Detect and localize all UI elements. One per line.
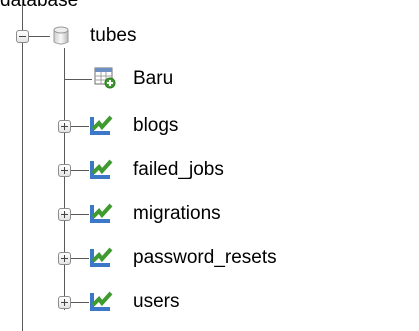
table-label[interactable]: password_resets bbox=[133, 247, 277, 269]
table-icon bbox=[90, 203, 113, 223]
tree-connector-table bbox=[71, 302, 89, 303]
expand-table-button[interactable] bbox=[58, 164, 71, 177]
expand-table-button[interactable] bbox=[58, 120, 71, 133]
tree-node-table[interactable]: users bbox=[0, 282, 419, 322]
tree-connector-table bbox=[71, 170, 89, 171]
clipped-parent-label: database bbox=[0, 0, 79, 11]
tree-node-table[interactable]: migrations bbox=[0, 194, 419, 234]
table-label[interactable]: blogs bbox=[133, 115, 178, 137]
tree-connector-database bbox=[28, 36, 50, 37]
table-icon bbox=[90, 247, 113, 267]
table-label[interactable]: failed_jobs bbox=[133, 159, 224, 181]
new-table-label[interactable]: Baru bbox=[133, 68, 173, 90]
tree-node-database[interactable]: tubes bbox=[0, 16, 419, 56]
table-label[interactable]: migrations bbox=[133, 203, 221, 225]
expand-table-button[interactable] bbox=[58, 208, 71, 221]
expand-table-button[interactable] bbox=[58, 252, 71, 265]
table-icon bbox=[90, 115, 113, 135]
collapse-database-button[interactable] bbox=[16, 30, 29, 43]
new-table-icon bbox=[94, 67, 116, 89]
tree-node-table[interactable]: password_resets bbox=[0, 238, 419, 278]
expand-table-button[interactable] bbox=[58, 296, 71, 309]
database-label[interactable]: tubes bbox=[90, 25, 136, 47]
tree-node-new-table[interactable]: Baru bbox=[0, 58, 419, 98]
database-icon bbox=[53, 26, 69, 45]
table-label[interactable]: users bbox=[133, 291, 179, 313]
tree-node-table[interactable]: failed_jobs bbox=[0, 150, 419, 190]
tree-connector-table bbox=[71, 126, 89, 127]
tree-connector-table bbox=[71, 258, 89, 259]
tree-connector-table bbox=[71, 214, 89, 215]
table-icon bbox=[90, 291, 113, 311]
tree-node-table[interactable]: blogs bbox=[0, 106, 419, 146]
table-icon bbox=[90, 159, 113, 179]
